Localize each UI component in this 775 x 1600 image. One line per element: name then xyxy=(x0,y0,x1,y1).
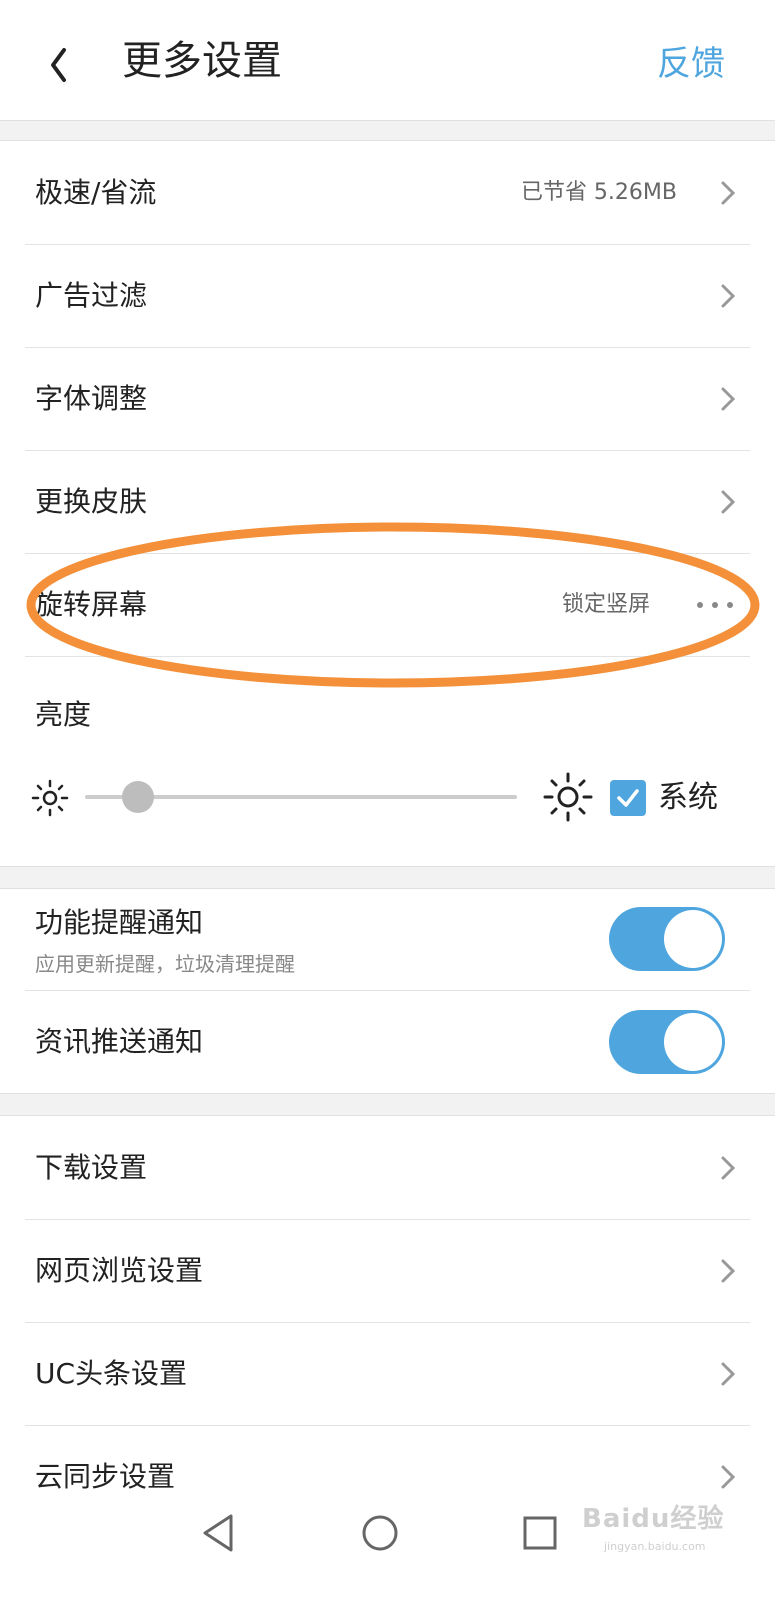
check-icon xyxy=(617,789,639,807)
chevron-right-icon xyxy=(721,181,736,205)
row-label: 更换皮肤 xyxy=(35,485,148,518)
chevron-right-icon xyxy=(721,1259,736,1283)
page-title: 更多设置 xyxy=(122,38,282,84)
row-label: 下载设置 xyxy=(35,1151,148,1184)
system-brightness-checkbox[interactable] xyxy=(610,780,646,816)
chevron-right-icon xyxy=(721,490,736,514)
row-sublabel: 应用更新提醒，垃圾清理提醒 xyxy=(35,952,295,976)
divider xyxy=(25,656,750,657)
sun-large-icon xyxy=(543,772,593,822)
more-dots-icon[interactable] xyxy=(695,599,735,611)
row-label: 资讯推送通知 xyxy=(35,1025,204,1058)
nav-home-icon[interactable] xyxy=(355,1508,405,1558)
nav-recents-icon[interactable] xyxy=(515,1508,565,1558)
system-nav-bar: Baidu经验 jingyan.baidu.com xyxy=(0,1490,775,1600)
row-label: 旋转屏幕 xyxy=(35,588,148,621)
settings-row-news-push: 资讯推送通知 xyxy=(0,991,775,1093)
settings-row-change-skin[interactable]: 更换皮肤 xyxy=(0,450,775,554)
row-value: 锁定竖屏 xyxy=(561,592,650,617)
settings-row-rotate-screen[interactable]: 旋转屏幕 锁定竖屏 xyxy=(0,553,775,657)
chevron-right-icon xyxy=(721,1465,736,1489)
settings-row-download[interactable]: 下载设置 xyxy=(0,1116,775,1220)
back-button[interactable] xyxy=(36,36,86,86)
chevron-right-icon xyxy=(721,1362,736,1386)
watermark-text: Baidu经验 xyxy=(582,1504,725,1534)
section-gap xyxy=(0,1093,775,1116)
toggle-knob xyxy=(664,910,722,968)
chevron-right-icon xyxy=(721,1156,736,1180)
row-label: 极速/省流 xyxy=(35,176,157,209)
settings-row-uc-headlines[interactable]: UC头条设置 xyxy=(0,1322,775,1426)
row-label: 广告过滤 xyxy=(35,279,148,312)
system-brightness-label: 系统 xyxy=(658,780,718,815)
brightness-label: 亮度 xyxy=(35,698,92,731)
settings-row-web-browsing[interactable]: 网页浏览设置 xyxy=(0,1219,775,1323)
settings-row-feature-notify: 功能提醒通知 应用更新提醒，垃圾清理提醒 xyxy=(0,889,775,991)
news-push-toggle[interactable] xyxy=(609,1010,725,1074)
settings-row-speed-saver[interactable]: 极速/省流 已节省 5.26MB xyxy=(0,141,775,245)
chevron-right-icon xyxy=(721,284,736,308)
feature-notify-toggle[interactable] xyxy=(609,907,725,971)
row-value: 已节省 5.26MB xyxy=(520,180,677,205)
app-header: 更多设置 反馈 xyxy=(0,0,775,121)
row-label: 字体调整 xyxy=(35,382,148,415)
nav-back-icon[interactable] xyxy=(195,1508,245,1558)
watermark-sub: jingyan.baidu.com xyxy=(604,1540,706,1553)
chevron-right-icon xyxy=(721,387,736,411)
section-gap xyxy=(0,866,775,889)
back-icon xyxy=(51,48,66,82)
row-label: UC头条设置 xyxy=(35,1357,188,1390)
toggle-knob xyxy=(664,1013,722,1071)
brightness-slider-thumb[interactable] xyxy=(122,781,155,813)
row-label: 网页浏览设置 xyxy=(35,1254,204,1287)
feedback-button[interactable]: 反馈 xyxy=(657,42,725,86)
sun-small-icon xyxy=(31,779,69,817)
settings-row-ad-filter[interactable]: 广告过滤 xyxy=(0,244,775,348)
row-label: 功能提醒通知 xyxy=(35,906,204,939)
section-gap xyxy=(0,120,775,141)
settings-row-font-adjust[interactable]: 字体调整 xyxy=(0,347,775,451)
